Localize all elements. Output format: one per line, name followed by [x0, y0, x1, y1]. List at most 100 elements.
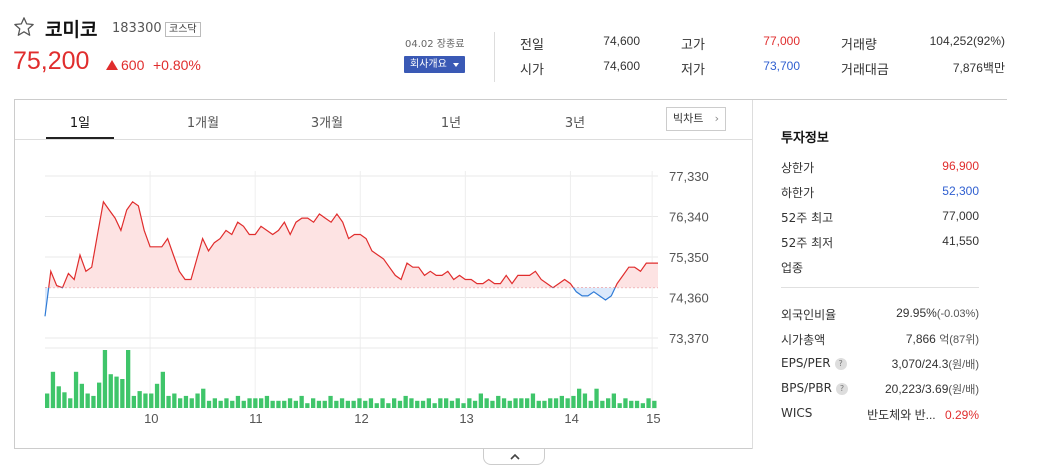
volume-bar — [264, 395, 270, 408]
volume-bar — [50, 371, 56, 409]
low-label: 저가 — [681, 63, 705, 78]
volume-bar — [149, 393, 154, 408]
volume-bar — [380, 398, 385, 408]
w52-high-value: 77,000 — [942, 209, 979, 223]
volume-bar — [438, 398, 443, 408]
volume-bar — [183, 395, 189, 408]
x-tick-label: 14 — [564, 411, 578, 426]
volume-bar — [363, 400, 368, 409]
wics-sector: 반도체와 반... — [867, 408, 936, 422]
help-icon[interactable]: ? — [835, 383, 848, 395]
volume-bar — [131, 395, 136, 408]
volume-bar — [403, 395, 408, 408]
industry-label[interactable]: 업종 — [781, 259, 803, 276]
volume-bar — [582, 393, 588, 408]
volume-bar — [73, 371, 79, 409]
x-tick-label: 15 — [646, 411, 660, 426]
volume-bar — [432, 403, 437, 408]
volume-bar — [322, 400, 327, 409]
eps-per-text: EPS/PER — [781, 356, 831, 370]
volume-bar — [536, 400, 541, 409]
upper-limit-label: 상한가 — [781, 161, 815, 175]
amount-value: 7,876백만 — [952, 61, 1005, 75]
company-overview-label: 회사개요 — [410, 59, 447, 70]
foreign-ratio-label: 외국인비율 — [781, 308, 837, 322]
volume-bar — [472, 400, 478, 409]
market-cap: 7,866 — [905, 332, 936, 346]
caret-down-icon — [453, 63, 459, 67]
volume-bar — [571, 395, 576, 408]
volume-bar — [79, 383, 84, 408]
market-cap-label: 시가총액 — [781, 333, 826, 347]
lower-limit-label: 하한가 — [781, 186, 815, 200]
investment-info-panel: 투자정보 상한가 96,900 하한가 52,300 52주 최고 77,000… — [752, 100, 1007, 449]
volume-bar — [444, 398, 449, 408]
market-date: 04.02 장종료 — [405, 39, 465, 50]
volume-bar — [386, 403, 391, 408]
volume-bar — [594, 388, 599, 408]
prev-close-value: 74,600 — [603, 34, 640, 48]
price-change: 600 — [121, 57, 145, 73]
tab-3year[interactable]: 3년 — [535, 112, 615, 131]
volume-bar — [368, 398, 374, 408]
low-value: 73,700 — [763, 59, 800, 73]
stock-name: 코미코 — [45, 19, 98, 41]
bps-pbr-text: BPS/PBR — [781, 381, 832, 395]
volume-bar — [617, 403, 622, 408]
tab-1month[interactable]: 1개월 — [163, 112, 243, 131]
volume-bar — [629, 400, 634, 409]
volume-bar — [160, 371, 165, 409]
company-overview-button[interactable]: 회사개요 — [404, 56, 465, 73]
volume-value: 104,252(92%) — [929, 34, 1005, 48]
volume-bar — [334, 400, 339, 409]
help-icon[interactable]: ? — [834, 358, 847, 370]
collapse-button[interactable] — [483, 449, 545, 465]
favorite-star-icon[interactable] — [13, 16, 35, 38]
big-chart-button[interactable]: 빅차트 › — [666, 107, 726, 131]
market-cap-unit: 억(87위) — [939, 334, 979, 346]
chart-panel: 1일 1개월 3개월 1년 3년 빅차트 › 77,330 76,340 75,35… — [14, 99, 1007, 449]
volume-bar — [397, 400, 403, 409]
volume-bar — [282, 400, 287, 409]
x-tick-label: 13 — [459, 411, 473, 426]
eps-per-unit: (원/배) — [948, 359, 979, 371]
volume-bar — [490, 400, 495, 409]
tab-3month[interactable]: 3개월 — [287, 112, 367, 131]
volume-bar — [420, 400, 426, 409]
volume-bar — [467, 398, 472, 408]
volume-bar — [143, 393, 148, 408]
volume-bar — [189, 398, 194, 408]
volume-bar — [415, 400, 420, 409]
x-tick-label: 10 — [144, 411, 158, 426]
volume-bar — [166, 395, 171, 408]
volume-bar — [85, 393, 90, 408]
volume-bar — [553, 398, 559, 408]
volume-bar — [357, 398, 362, 408]
w52-high-label: 52주 최고 — [781, 211, 834, 225]
volume-bar — [374, 403, 379, 408]
tab-1year[interactable]: 1년 — [411, 112, 491, 131]
volume-bar — [542, 400, 547, 409]
volume-bar — [62, 392, 67, 408]
volume-bar — [606, 398, 611, 408]
high-value: 77,000 — [763, 34, 800, 48]
chevron-right-icon: › — [714, 112, 719, 125]
volume-bar — [519, 398, 524, 408]
info-divider — [781, 287, 979, 288]
volume-bar — [525, 398, 530, 408]
volume-bar — [172, 393, 177, 408]
volume-bar — [270, 400, 275, 409]
bps-pbr-unit: (원/배) — [948, 384, 979, 396]
tab-1day[interactable]: 1일 — [40, 112, 120, 131]
intraday-chart: 77,330 76,340 75,350 74,360 73,370 10 11 12 13 14… — [44, 169, 709, 426]
volume-bar — [154, 383, 160, 408]
volume-label: 거래량 — [841, 38, 877, 53]
open-label: 시가 — [520, 63, 544, 78]
wics-value[interactable]: 반도체와 반... 0.29% — [867, 406, 979, 423]
current-price: 75,200 — [13, 47, 90, 75]
volume-bar — [634, 400, 640, 409]
eps-per-label: EPS/PER? — [781, 356, 847, 370]
volume-bar — [461, 403, 466, 408]
volume-bar — [392, 398, 397, 408]
volume-bar — [259, 398, 264, 408]
